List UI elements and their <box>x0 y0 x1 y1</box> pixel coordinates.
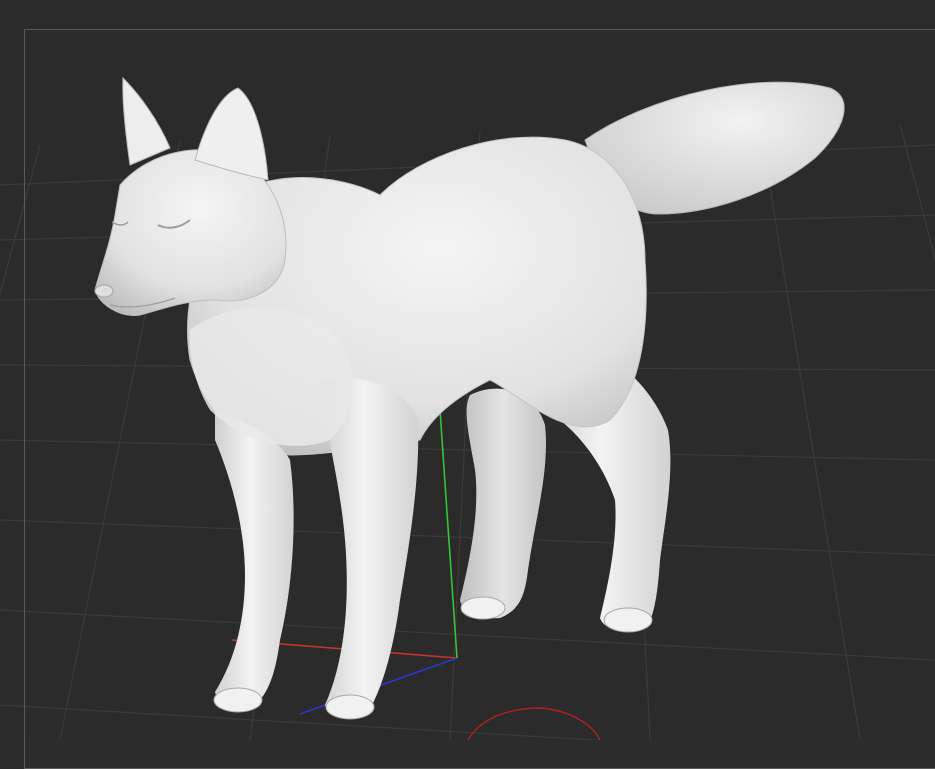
viewport-canvas[interactable] <box>0 0 935 740</box>
fox-left-ear <box>122 76 171 166</box>
3d-viewport[interactable] <box>0 0 935 769</box>
fox-back-front-leg <box>215 410 294 706</box>
fox-nose <box>94 284 114 298</box>
fox-back-hind-leg <box>460 388 547 619</box>
rotation-gizmo-ring[interactable] <box>467 707 601 740</box>
y-axis-line <box>439 409 458 659</box>
fox-model[interactable] <box>94 76 845 720</box>
